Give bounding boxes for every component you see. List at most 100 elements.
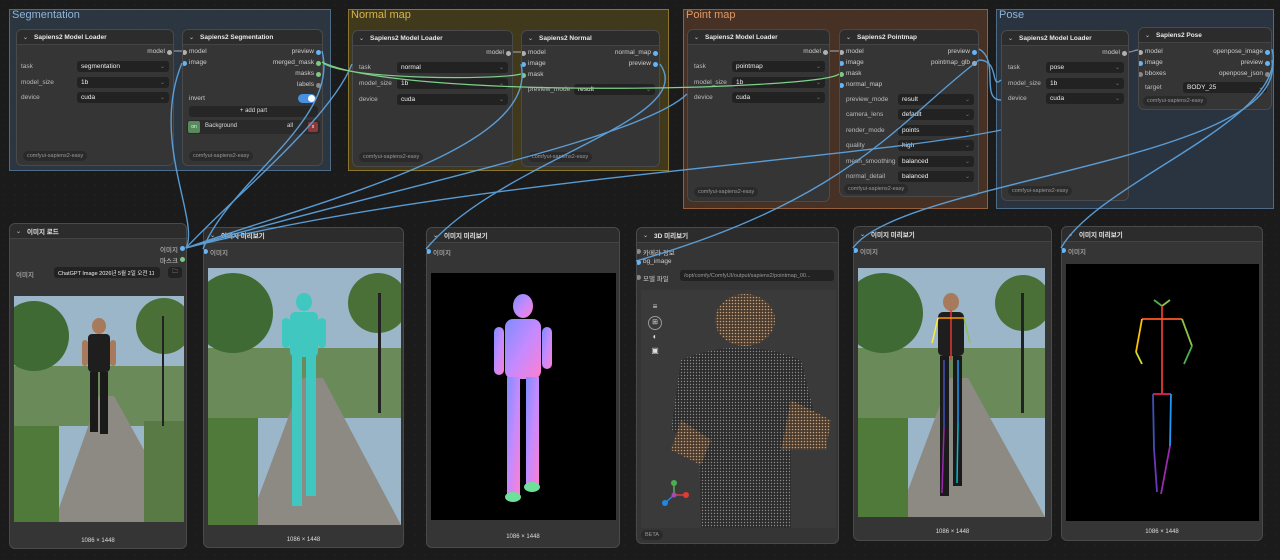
- output-preview-port[interactable]: [972, 50, 977, 55]
- part-remove-button[interactable]: x: [308, 122, 318, 132]
- input-bg-image-port[interactable]: [637, 260, 641, 265]
- output-preview-port[interactable]: [1265, 61, 1270, 66]
- chevron-down-icon[interactable]: ⌄: [846, 34, 851, 41]
- seg-model-loader-node[interactable]: ⌄ Sapiens2 Model Loader model task segment…: [16, 29, 174, 166]
- part-value[interactable]: all: [287, 123, 293, 129]
- 3d-viewport[interactable]: ≡ ⊞ ◐ ▣: [641, 290, 836, 528]
- node-header[interactable]: ⌄ Sapiens2 Model Loader: [17, 30, 173, 45]
- target-select[interactable]: target BODY_25 ⌄: [1145, 82, 1267, 93]
- normal-model-loader-node[interactable]: ⌄ Sapiens2 Model Loader model task normal ⌄…: [352, 30, 513, 167]
- grid-icon[interactable]: ⊞: [648, 316, 662, 330]
- model-size-select[interactable]: model_size 1b ⌄: [694, 77, 825, 88]
- device-select[interactable]: device cuda ⌄: [694, 92, 825, 103]
- node-header[interactable]: ⌄ Sapiens2 Segmentation: [183, 30, 322, 45]
- input-image-port[interactable]: [522, 62, 526, 67]
- chevron-down-icon[interactable]: ⌄: [1068, 231, 1073, 238]
- chevron-down-icon[interactable]: ⌄: [1008, 35, 1013, 42]
- output-model-port[interactable]: [167, 50, 172, 55]
- node-header[interactable]: ⌄ Sapiens2 Normal: [522, 31, 659, 46]
- output-openpose-json-port[interactable]: [1265, 72, 1270, 77]
- model-size-select[interactable]: model_size 1b ⌄: [359, 78, 508, 89]
- image-file-select[interactable]: ChatGPT Image 2026년 5월 2일 오전 11...: [54, 267, 160, 278]
- mesh-smoothing-select[interactable]: mesh_smoothing balanced ⌄: [846, 156, 974, 167]
- node-header[interactable]: ⌄ 이미지 로드: [10, 224, 186, 239]
- image-icon[interactable]: ▣: [647, 346, 663, 360]
- chevron-down-icon[interactable]: ⌄: [23, 34, 28, 41]
- input-normal-map-port[interactable]: [840, 83, 844, 88]
- invert-toggle[interactable]: [298, 94, 316, 103]
- chevron-down-icon[interactable]: ⌄: [528, 35, 533, 42]
- output-labels-port[interactable]: [316, 83, 321, 88]
- node-header[interactable]: ⌄ 이미지 미리보기: [1062, 227, 1262, 242]
- preview-node-openpose[interactable]: ⌄ 이미지 미리보기 이미지 1086 × 1448: [1061, 226, 1263, 541]
- input-image-port[interactable]: [840, 61, 844, 66]
- load-image-node[interactable]: ⌄ 이미지 로드 이미지 마스크 이미지 ChatGPT Image 2026년 …: [9, 223, 187, 549]
- node-header[interactable]: ⌄ Sapiens2 Pose: [1139, 28, 1271, 43]
- chevron-down-icon[interactable]: ⌄: [16, 228, 21, 235]
- input-mask-port[interactable]: [840, 72, 844, 77]
- input-model-port[interactable]: [522, 51, 526, 56]
- output-preview-port[interactable]: [653, 62, 658, 67]
- task-select[interactable]: task pose ⌄: [1008, 62, 1124, 73]
- chevron-down-icon[interactable]: ⌄: [189, 34, 194, 41]
- output-openpose-image-port[interactable]: [1265, 50, 1270, 55]
- device-select[interactable]: device cuda ⌄: [21, 92, 169, 103]
- model-file-path[interactable]: /opt/comfy/ComfyUI/output/sapiens2/point…: [680, 270, 834, 281]
- input-model-file-port[interactable]: [637, 275, 641, 280]
- preview-mode-select[interactable]: preview_mode result ⌄: [528, 84, 655, 95]
- palette-icon[interactable]: ◐: [647, 332, 663, 346]
- input-image-port[interactable]: [204, 249, 208, 254]
- node-header[interactable]: ⌄ 이미지 미리보기: [854, 227, 1051, 242]
- output-normal-map-port[interactable]: [653, 51, 658, 56]
- axis-gizmo-icon[interactable]: [659, 480, 689, 510]
- output-model-port[interactable]: [506, 51, 511, 56]
- task-select[interactable]: task normal ⌄: [359, 62, 508, 73]
- input-camera-port[interactable]: [637, 249, 641, 254]
- seg-segmentation-node[interactable]: ⌄ Sapiens2 Segmentation model image previ…: [182, 29, 323, 166]
- add-part-button[interactable]: + add part: [189, 106, 318, 117]
- node-header[interactable]: ⌄ 이미지 미리보기: [204, 228, 403, 243]
- input-model-port[interactable]: [840, 50, 844, 55]
- output-pointmap-glb-port[interactable]: [972, 61, 977, 66]
- menu-icon[interactable]: ≡: [647, 302, 663, 314]
- input-image-port[interactable]: [427, 249, 431, 254]
- node-header[interactable]: ⌄ 이미지 미리보기: [427, 228, 619, 243]
- input-model-port[interactable]: [183, 50, 187, 55]
- input-image-port[interactable]: [1062, 248, 1066, 253]
- chevron-down-icon[interactable]: ⌄: [694, 34, 699, 41]
- model-size-select[interactable]: model_size 1b ⌄: [21, 77, 169, 88]
- model-size-select[interactable]: model_size 1b ⌄: [1008, 78, 1124, 89]
- chevron-down-icon[interactable]: ⌄: [433, 232, 438, 239]
- input-image-port[interactable]: [1139, 61, 1143, 66]
- output-preview-port[interactable]: [316, 50, 321, 55]
- preview-node-normal[interactable]: ⌄ 이미지 미리보기 이미지 1086 × 1448: [426, 227, 620, 548]
- input-image-port[interactable]: [183, 61, 187, 66]
- part-row[interactable]: on Background all x: [187, 120, 320, 134]
- output-merged-mask-port[interactable]: [316, 61, 321, 66]
- chevron-down-icon[interactable]: ⌄: [860, 231, 865, 238]
- node-header[interactable]: ⌄ Sapiens2 Pointmap: [840, 30, 978, 45]
- chevron-down-icon[interactable]: ⌄: [643, 232, 648, 239]
- point-model-loader-node[interactable]: ⌄ Sapiens2 Model Loader model task pointma…: [687, 29, 830, 202]
- input-bboxes-port[interactable]: [1139, 72, 1143, 77]
- node-header[interactable]: ⌄ Sapiens2 Model Loader: [353, 31, 512, 46]
- part-enabled-tag[interactable]: on: [188, 121, 200, 133]
- quality-select[interactable]: quality high ⌄: [846, 140, 974, 151]
- output-mask-port[interactable]: [180, 257, 185, 262]
- output-model-port[interactable]: [1122, 51, 1127, 56]
- task-select[interactable]: task segmentation ⌄: [21, 61, 169, 72]
- chevron-down-icon[interactable]: ⌄: [1145, 32, 1150, 39]
- node-header[interactable]: ⌄ 3D 미리보기: [637, 228, 838, 243]
- preview-3d-node[interactable]: ⌄ 3D 미리보기 카메라 정보 bg_image 모델 파일 /opt/comf…: [636, 227, 839, 544]
- node-header[interactable]: ⌄ Sapiens2 Model Loader: [1002, 31, 1128, 46]
- preview-node-segmentation[interactable]: ⌄ 이미지 미리보기 이미지 1086 × 1448: [203, 227, 404, 548]
- preview-node-pose-overlay[interactable]: ⌄ 이미지 미리보기 이미지 1086 × 1448: [853, 226, 1052, 541]
- render-mode-select[interactable]: render_mode points ⌄: [846, 125, 974, 136]
- pose-node[interactable]: ⌄ Sapiens2 Pose model image bboxes openpo…: [1138, 27, 1272, 110]
- output-image-port[interactable]: [180, 246, 185, 251]
- node-header[interactable]: ⌄ Sapiens2 Model Loader: [688, 30, 829, 45]
- folder-icon[interactable]: 🗀: [168, 267, 182, 278]
- chevron-down-icon[interactable]: ⌄: [210, 232, 215, 239]
- preview-mode-select[interactable]: preview_mode result ⌄: [846, 94, 974, 105]
- pointmap-node[interactable]: ⌄ Sapiens2 Pointmap model image mask norm…: [839, 29, 979, 197]
